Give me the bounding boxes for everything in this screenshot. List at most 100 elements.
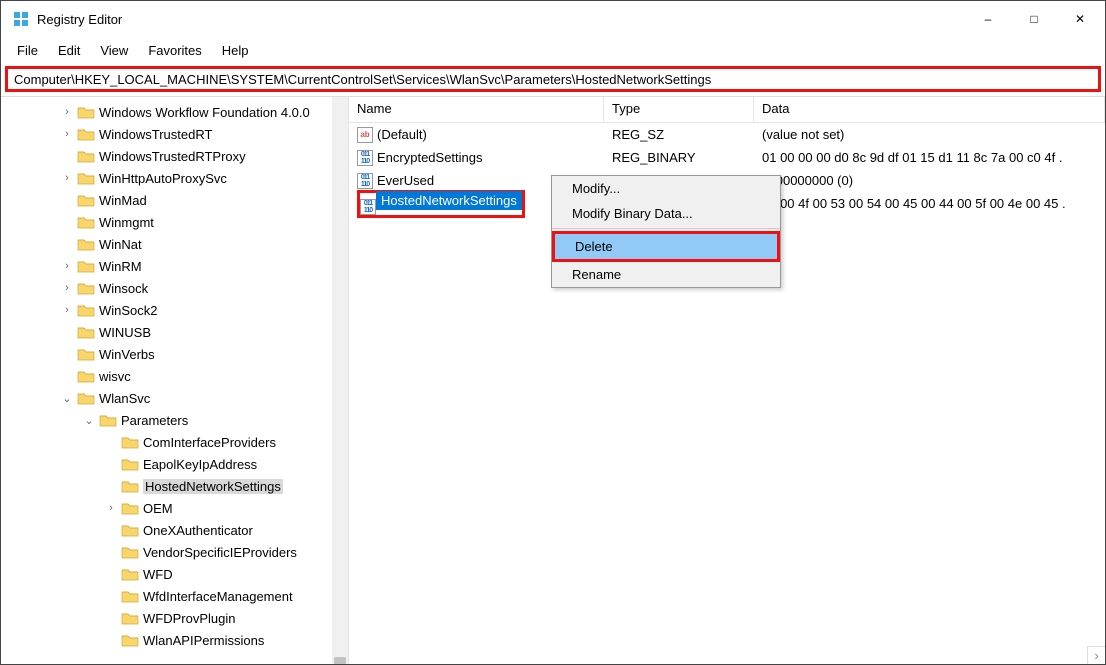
tree-item[interactable]: WFD [21,563,348,585]
tree-item-label: WfdInterfaceManagement [143,589,293,604]
tree-item[interactable]: ›Winsock [21,277,348,299]
folder-icon [121,523,139,537]
tree-item[interactable]: OneXAuthenticator [21,519,348,541]
tree-item[interactable]: WinVerbs [21,343,348,365]
folder-icon [121,545,139,559]
tree-item[interactable]: WindowsTrustedRTProxy [21,145,348,167]
tree-item-label: WindowsTrustedRTProxy [99,149,246,164]
tree-scrollbar[interactable] [332,97,348,664]
chevron-right-icon[interactable]: › [59,304,75,316]
context-menu-item-modify-binary-data-[interactable]: Modify Binary Data... [552,201,780,226]
folder-icon [121,501,139,515]
value-row[interactable]: 011110EncryptedSettingsREG_BINARY01 00 0… [349,146,1105,169]
horizontal-scroll-right[interactable]: › [1087,646,1105,664]
menu-edit[interactable]: Edit [50,41,88,60]
chevron-right-icon[interactable]: › [103,502,119,514]
tree-item-label: WINUSB [99,325,151,340]
string-value-icon: ab [357,127,373,143]
value-name: EverUsed [377,173,434,188]
tree-item[interactable]: VendorSpecificIEProviders [21,541,348,563]
value-row[interactable]: ab(Default)REG_SZ(value not set) [349,123,1105,146]
menu-view[interactable]: View [92,41,136,60]
folder-icon [121,435,139,449]
folder-icon [121,479,139,493]
value-type: REG_BINARY [604,150,754,165]
menu-help[interactable]: Help [214,41,257,60]
tree-item-label: WinSock2 [99,303,158,318]
tree-item-label: EapolKeyIpAddress [143,457,257,472]
context-menu-item-delete[interactable]: Delete [555,234,777,259]
tree-item[interactable]: WINUSB [21,321,348,343]
context-menu-item-modify-[interactable]: Modify... [552,176,780,201]
context-menu-item-rename[interactable]: Rename [552,262,780,287]
scrollbar-thumb[interactable] [334,657,346,664]
tree-item-label: WlanAPIPermissions [143,633,264,648]
maximize-button[interactable]: □ [1011,1,1057,37]
tree-item[interactable]: Winmgmt [21,211,348,233]
app-icon [13,11,29,27]
tree-item-label: VendorSpecificIEProviders [143,545,297,560]
tree-pane[interactable]: ›Windows Workflow Foundation 4.0.0›Windo… [1,97,349,664]
column-data[interactable]: Data [754,97,1105,122]
tree-item[interactable]: ⌄Parameters [21,409,348,431]
tree-item-label: HostedNetworkSettings [143,479,283,494]
tree-item[interactable]: WFDProvPlugin [21,607,348,629]
menu-favorites[interactable]: Favorites [140,41,209,60]
tree-item-label: OEM [143,501,173,516]
tree-item-label: Winmgmt [99,215,154,230]
chevron-right-icon[interactable]: › [59,172,75,184]
folder-icon [77,259,95,273]
address-bar[interactable]: Computer\HKEY_LOCAL_MACHINE\SYSTEM\Curre… [5,66,1101,92]
tree-item-label: WinMad [99,193,147,208]
tree-item[interactable]: ›WinRM [21,255,348,277]
tree-item[interactable]: WinMad [21,189,348,211]
minimize-button[interactable]: – [965,1,1011,37]
tree-item[interactable]: ›Windows Workflow Foundation 4.0.0 [21,101,348,123]
tree-item[interactable]: wisvc [21,365,348,387]
chevron-right-icon[interactable]: › [59,260,75,272]
menu-file[interactable]: File [9,41,46,60]
tree-item[interactable]: WlanAPIPermissions [21,629,348,651]
folder-icon [121,611,139,625]
tree-item[interactable]: › OEM [21,497,348,519]
tree-item[interactable]: HostedNetworkSettings [21,475,348,497]
tree-item[interactable]: › WinHttpAutoProxySvc [21,167,348,189]
folder-icon [121,457,139,471]
folder-icon [77,281,95,295]
tree-item[interactable]: ComInterfaceProviders [21,431,348,453]
window-title: Registry Editor [37,12,122,27]
value-name: HostedNetworkSettings [376,191,522,210]
folder-icon [77,193,95,207]
chevron-right-icon[interactable]: › [59,128,75,140]
folder-icon [77,149,95,163]
chevron-right-icon[interactable]: › [59,282,75,294]
column-name[interactable]: Name [349,97,604,122]
tree-item[interactable]: WfdInterfaceManagement [21,585,348,607]
context-menu: Modify...Modify Binary Data... Delete Rena… [551,175,781,288]
value-data: 01 00 00 00 d0 8c 9d df 01 15 d1 11 8c 7… [754,150,1105,165]
chevron-down-icon[interactable]: ⌄ [59,392,75,405]
folder-icon [77,105,95,119]
folder-icon [77,325,95,339]
folder-icon [77,303,95,317]
value-type: REG_SZ [604,127,754,142]
folder-icon [77,127,95,141]
tree-item[interactable]: ›WindowsTrustedRT [21,123,348,145]
tree-item[interactable]: › WinSock2 [21,299,348,321]
tree-item[interactable]: WinNat [21,233,348,255]
address-path: Computer\HKEY_LOCAL_MACHINE\SYSTEM\Curre… [14,72,711,87]
folder-icon [77,171,95,185]
tree-item-label: WFDProvPlugin [143,611,235,626]
tree-item-label: WinHttpAutoProxySvc [99,171,227,186]
content-area: ›Windows Workflow Foundation 4.0.0›Windo… [1,96,1105,664]
chevron-down-icon[interactable]: ⌄ [81,414,97,427]
chevron-right-icon[interactable]: › [59,106,75,118]
tree-item[interactable]: ⌄WlanSvc [21,387,348,409]
close-button[interactable]: ✕ [1057,1,1103,37]
folder-icon [77,347,95,361]
column-type[interactable]: Type [604,97,754,122]
folder-icon [121,589,139,603]
tree-item-label: wisvc [99,369,131,384]
context-menu-item-highlight: Delete [552,231,780,262]
tree-item[interactable]: EapolKeyIpAddress [21,453,348,475]
